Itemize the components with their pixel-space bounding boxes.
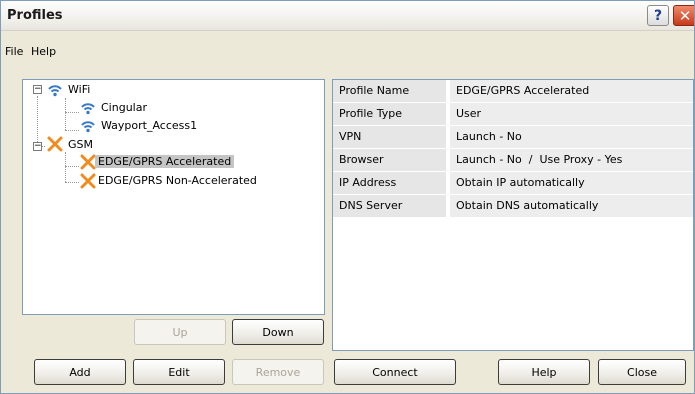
property-name: Profile Type — [333, 103, 448, 125]
up-button[interactable]: Up — [134, 319, 226, 345]
close-button[interactable]: Close — [598, 359, 686, 385]
property-name: DNS Server — [333, 195, 448, 217]
property-value: Obtain IP automatically — [450, 172, 693, 194]
tree-item-label: Cingular — [101, 101, 147, 114]
property-row: Profile Type User — [333, 103, 693, 125]
property-row: IP Address Obtain IP automatically — [333, 172, 693, 194]
remove-button[interactable]: Remove — [232, 359, 324, 385]
gsm-icon — [47, 136, 63, 152]
property-value: Obtain DNS automatically — [450, 195, 693, 217]
connect-button[interactable]: Connect — [334, 359, 456, 385]
property-row: DNS Server Obtain DNS automatically — [333, 195, 693, 217]
profiles-window: Profiles ? ✕ File Help − WiFi Cingular W… — [0, 0, 695, 394]
window-title: Profiles — [7, 8, 63, 23]
property-row: Browser Launch - No / Use Proxy - Yes — [333, 149, 693, 171]
tree-item-edge-gprs-accelerated[interactable]: EDGE/GPRS Accelerated — [95, 154, 235, 170]
gsm-icon — [80, 173, 96, 189]
gsm-expander[interactable]: − — [33, 142, 42, 151]
close-icon[interactable]: ✕ — [673, 5, 694, 26]
tree-group-wifi[interactable]: WiFi — [65, 82, 93, 98]
property-value: Launch - No / Use Proxy - Yes — [450, 149, 693, 171]
menu-help[interactable]: Help — [31, 45, 56, 58]
tree-item-label: EDGE/GPRS Accelerated — [95, 155, 235, 168]
profile-properties: Profile Name EDGE/GPRS Accelerated Profi… — [332, 79, 694, 351]
wifi-icon — [48, 85, 62, 97]
tree-item-wayport[interactable]: Wayport_Access1 — [98, 118, 200, 134]
tree-item-cingular[interactable]: Cingular — [98, 100, 150, 116]
wifi-expander[interactable]: − — [33, 85, 42, 94]
wifi-icon — [81, 103, 95, 115]
down-button[interactable]: Down — [232, 319, 324, 345]
property-value: Launch - No — [450, 126, 693, 148]
edit-button[interactable]: Edit — [133, 359, 225, 385]
property-name: Profile Name — [333, 80, 448, 102]
tree-item-edge-gprs-non-accelerated[interactable]: EDGE/GPRS Non-Accelerated — [95, 173, 260, 189]
property-name: IP Address — [333, 172, 448, 194]
property-row: VPN Launch - No — [333, 126, 693, 148]
add-button[interactable]: Add — [34, 359, 126, 385]
wifi-icon — [81, 121, 95, 133]
title-bar[interactable]: Profiles ? ✕ — [1, 1, 694, 31]
property-name: Browser — [333, 149, 448, 171]
profile-tree[interactable]: − WiFi Cingular Wayport_Access1 − GSM ED… — [22, 79, 325, 315]
property-value: User — [450, 103, 693, 125]
property-value: EDGE/GPRS Accelerated — [450, 80, 693, 102]
property-name: VPN — [333, 126, 448, 148]
tree-group-gsm[interactable]: GSM — [65, 137, 96, 153]
menu-bar: File Help — [1, 31, 694, 67]
property-row: Profile Name EDGE/GPRS Accelerated — [333, 80, 693, 102]
menu-file[interactable]: File — [5, 45, 23, 58]
gsm-icon — [80, 154, 96, 170]
help-icon[interactable]: ? — [647, 5, 669, 26]
tree-item-label: Wayport_Access1 — [101, 119, 198, 132]
help-button[interactable]: Help — [498, 359, 590, 385]
tree-group-label: WiFi — [68, 83, 91, 96]
tree-item-label: EDGE/GPRS Non-Accelerated — [98, 174, 257, 187]
tree-group-label: GSM — [68, 138, 93, 151]
